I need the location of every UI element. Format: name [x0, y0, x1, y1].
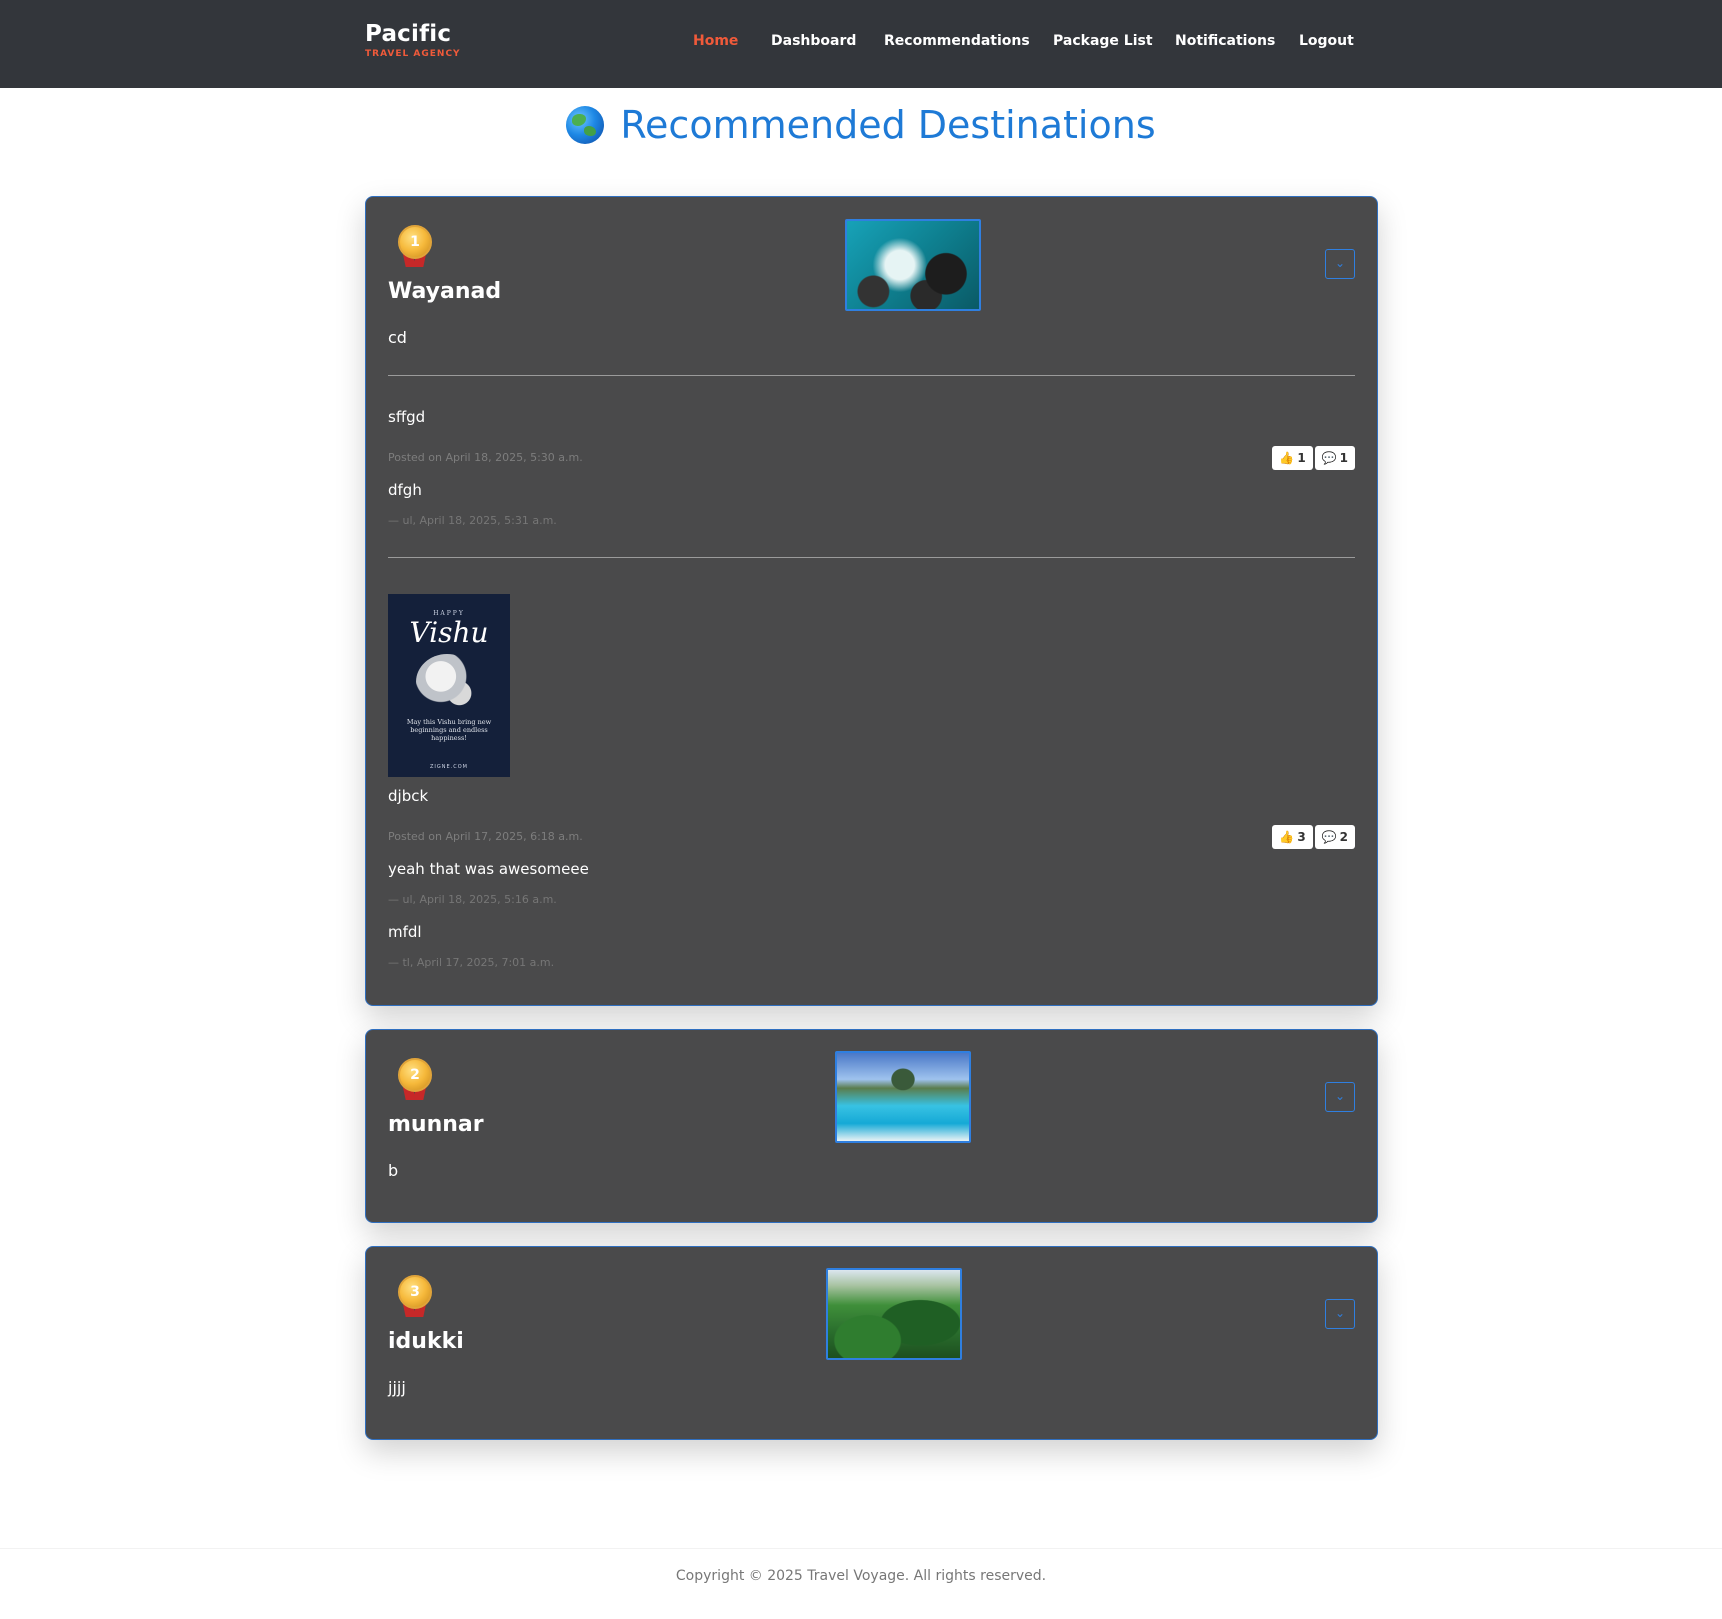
- nav-recommendations-link[interactable]: Recommendations: [884, 31, 1030, 51]
- post-text: sffgd: [388, 408, 426, 426]
- nav-notifications-link[interactable]: Notifications: [1175, 31, 1275, 51]
- footer-copyright: Copyright © 2025 Travel Voyage. All righ…: [675, 1568, 1047, 1584]
- destination-card-wayanad: 1 Wayanad cd ⌄ sffgd Posted on April 18,…: [365, 196, 1378, 1006]
- comments-icon: 💬: [1321, 451, 1337, 465]
- section-divider: [388, 375, 1355, 376]
- expand-toggle-button[interactable]: ⌄: [1325, 1299, 1355, 1329]
- destination-description: jjjj: [388, 1378, 406, 1397]
- comments-button[interactable]: 💬 1: [1314, 446, 1355, 470]
- thumbs-up-icon: 👍: [1279, 451, 1295, 465]
- post-meta: Posted on April 18, 2025, 5:30 a.m.: [388, 451, 583, 464]
- thumbs-up-icon: 👍: [1279, 830, 1295, 844]
- like-button[interactable]: 👍 3: [1272, 825, 1313, 849]
- comment-meta: — tl, April 17, 2025, 7:01 a.m.: [388, 956, 555, 969]
- poster-message-text: May this Vishu bring new beginnings and …: [406, 718, 492, 742]
- comment-meta: — ul, April 18, 2025, 5:16 a.m.: [388, 893, 557, 906]
- comment-meta: — ul, April 18, 2025, 5:31 a.m.: [388, 514, 557, 527]
- destination-description: b: [388, 1161, 399, 1180]
- footer-divider: [0, 1548, 1722, 1549]
- chevron-down-icon: ⌄: [1334, 256, 1346, 270]
- brand-tagline: TRAVEL AGENCY: [365, 49, 461, 59]
- post-image[interactable]: HAPPY Vishu May this Vishu bring new beg…: [388, 594, 510, 777]
- rank-medal-icon: 2: [398, 1058, 432, 1102]
- uruli-illustration: [416, 654, 478, 710]
- rank-number: 2: [398, 1058, 432, 1092]
- nav-package-list-link[interactable]: Package List: [1053, 31, 1153, 51]
- section-divider: [388, 557, 1355, 558]
- rank-medal-icon: 3: [398, 1275, 432, 1319]
- nav-dashboard-link[interactable]: Dashboard: [771, 31, 856, 51]
- destination-thumbnail[interactable]: [835, 1051, 971, 1143]
- post-stats: 👍 1 💬 1: [1272, 446, 1355, 470]
- rank-number: 1: [398, 225, 432, 259]
- comments-icon: 💬: [1321, 830, 1337, 844]
- nav-home-link[interactable]: Home: [693, 31, 738, 51]
- comment-count: 2: [1339, 830, 1348, 844]
- top-navbar: Pacific TRAVEL AGENCY Home Dashboard Rec…: [0, 0, 1722, 88]
- expand-toggle-button[interactable]: ⌄: [1325, 249, 1355, 279]
- post-meta: Posted on April 17, 2025, 6:18 a.m.: [388, 830, 583, 843]
- destination-name: idukki: [388, 1329, 464, 1354]
- brand-logo[interactable]: Pacific TRAVEL AGENCY: [365, 20, 461, 60]
- chevron-down-icon: ⌄: [1334, 1089, 1346, 1103]
- brand-name: Pacific: [365, 21, 452, 47]
- destination-name: munnar: [388, 1112, 484, 1137]
- like-button[interactable]: 👍 1: [1272, 446, 1313, 470]
- poster-title-text: Vishu: [409, 616, 489, 649]
- post-stats: 👍 3 💬 2: [1272, 825, 1355, 849]
- destination-thumbnail[interactable]: [826, 1268, 962, 1360]
- rank-number: 3: [398, 1275, 432, 1309]
- like-count: 1: [1297, 451, 1306, 465]
- comment-count: 1: [1339, 451, 1348, 465]
- destination-name: Wayanad: [388, 279, 502, 304]
- globe-icon: [566, 106, 605, 144]
- rank-medal-icon: 1: [398, 225, 432, 269]
- page-title: Recommended Destinations: [620, 103, 1156, 147]
- expand-toggle-button[interactable]: ⌄: [1325, 1082, 1355, 1112]
- chevron-down-icon: ⌄: [1334, 1306, 1346, 1320]
- page-title-section: Recommended Destinations: [0, 100, 1722, 150]
- destination-card-munnar: 2 munnar b ⌄: [365, 1029, 1378, 1223]
- poster-footer-text: ZIGNE.COM: [429, 764, 468, 770]
- comments-button[interactable]: 💬 2: [1314, 825, 1355, 849]
- destination-description: cd: [388, 328, 407, 347]
- comment-text: yeah that was awesomeee: [388, 860, 589, 878]
- destination-card-idukki: 3 idukki jjjj ⌄: [365, 1246, 1378, 1440]
- like-count: 3: [1297, 830, 1306, 844]
- post-text: djbck: [388, 787, 429, 805]
- destination-thumbnail[interactable]: [845, 219, 981, 311]
- comment-text: mfdl: [388, 923, 422, 941]
- nav-logout-link[interactable]: Logout: [1299, 31, 1354, 51]
- comment-text: dfgh: [388, 481, 422, 499]
